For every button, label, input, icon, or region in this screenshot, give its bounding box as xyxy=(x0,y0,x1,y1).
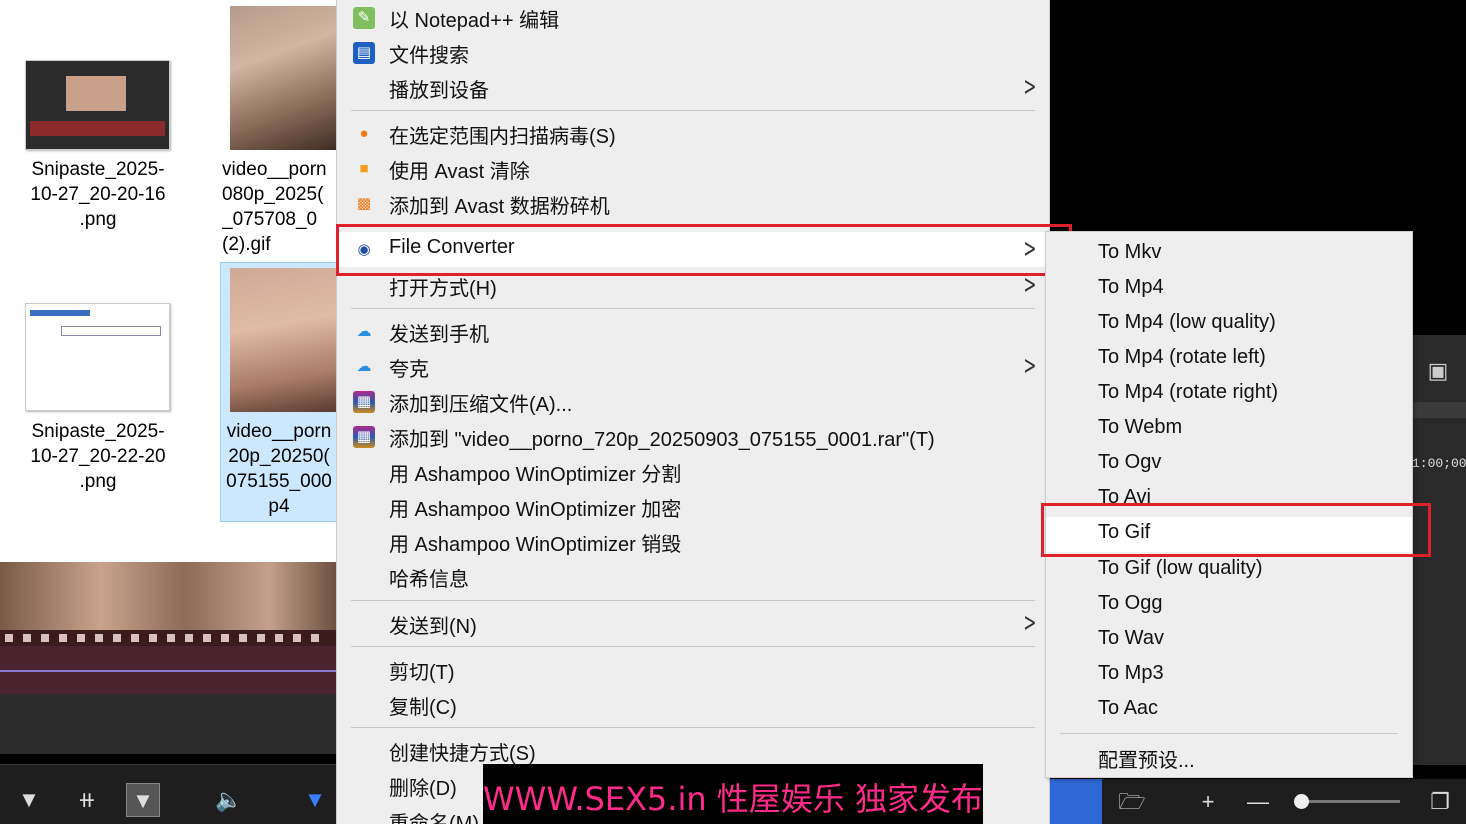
panel-divider xyxy=(1412,402,1466,418)
chevron-right-icon: > xyxy=(1023,351,1037,381)
plus-icon[interactable]: + xyxy=(1188,779,1228,824)
notepad-icon: ✎ xyxy=(353,7,375,29)
file-thumbnail[interactable] xyxy=(230,268,336,412)
submenu-item-to-gif-low[interactable]: To Gif (low quality) xyxy=(1046,553,1412,588)
filter-active-icon[interactable]: ▼ xyxy=(126,783,160,817)
film-strip xyxy=(0,630,336,663)
menu-item-cut[interactable]: 剪切(T) xyxy=(337,652,1049,687)
menu-separator xyxy=(351,600,1035,601)
chevron-right-icon: > xyxy=(1023,608,1037,638)
filter-blue-icon[interactable]: ▼ xyxy=(298,783,332,817)
menu-item-send-to[interactable]: 发送到(N) > xyxy=(337,606,1049,641)
editor-toolbar: ▼ ⧺ ▼ 🔈 ▼ xyxy=(0,764,336,824)
filter-off-icon[interactable]: ⧺ xyxy=(70,783,104,817)
menu-separator xyxy=(1060,733,1398,734)
timecode-readout: 1:00;00 xyxy=(1412,456,1466,471)
active-tool-button[interactable] xyxy=(1050,779,1102,824)
watermark-text: WWW.SEX5.in 性屋娱乐 独家发布 xyxy=(483,780,983,818)
menu-item-ashampoo-encrypt[interactable]: 用 Ashampoo WinOptimizer 加密 xyxy=(337,489,1049,524)
chevron-right-icon: > xyxy=(1023,72,1037,102)
submenu-item-to-mp3[interactable]: To Mp3 xyxy=(1046,658,1412,693)
menu-item-notepad[interactable]: ✎ 以 Notepad++ 编辑 xyxy=(337,0,1049,35)
submenu-item-to-aac[interactable]: To Aac xyxy=(1046,693,1412,728)
folder-icon[interactable]: 🗁 xyxy=(1112,779,1152,824)
submenu-item-to-wav[interactable]: To Wav xyxy=(1046,623,1412,658)
submenu-item-to-mp4-low[interactable]: To Mp4 (low quality) xyxy=(1046,307,1412,342)
submenu-item-to-ogg[interactable]: To Ogg xyxy=(1046,588,1412,623)
file-explorer: Snipaste_2025- 10-27_20-20-16 .png video… xyxy=(0,0,340,562)
avast-clean-icon: ■ xyxy=(359,160,369,177)
file-name[interactable]: Snipaste_2025- 10-27_20-20-16 .png xyxy=(18,157,178,232)
cloud-icon: ☁ xyxy=(356,358,372,375)
file-name[interactable]: Snipaste_2025- 10-27_20-22-20 .png xyxy=(18,419,178,494)
waveform-line xyxy=(0,670,336,672)
submenu-item-to-mp4-rotate-right[interactable]: To Mp4 (rotate right) xyxy=(1046,377,1412,412)
zoom-slider-handle[interactable] xyxy=(1294,794,1309,809)
submenu-item-to-mkv[interactable]: To Mkv xyxy=(1046,237,1412,272)
file-thumbnail[interactable] xyxy=(25,60,170,150)
menu-item-copy[interactable]: 复制(C) xyxy=(337,687,1049,722)
timeline-area[interactable] xyxy=(0,694,336,754)
menu-item-ashampoo-split[interactable]: 用 Ashampoo WinOptimizer 分割 xyxy=(337,454,1049,489)
menu-item-avast-clean[interactable]: ■ 使用 Avast 清除 xyxy=(337,151,1049,186)
watermark-banner: WWW.SEX5.in 性屋娱乐 独家发布 xyxy=(483,764,983,824)
menu-separator xyxy=(351,727,1035,728)
menu-item-add-to-archive[interactable]: ▦ 添加到压缩文件(A)... xyxy=(337,384,1049,419)
submenu-item-configure-presets[interactable]: 配置预设... xyxy=(1046,740,1412,775)
menu-item-hash-info[interactable]: 哈希信息 xyxy=(337,559,1049,594)
menu-item-file-search[interactable]: ▤ 文件搜索 xyxy=(337,35,1049,70)
file-name[interactable]: video__porn 20p_20250( 075155_000 p4 xyxy=(222,419,336,519)
annotation-highlight-box xyxy=(1041,503,1431,557)
avast-shredder-icon: ▩ xyxy=(356,195,372,212)
cloud-icon: ☁ xyxy=(356,323,372,340)
menu-item-add-to-rar[interactable]: ▦ 添加到 "video__porno_720p_20250903_075155… xyxy=(337,419,1049,454)
search-window-icon: ▤ xyxy=(353,42,375,64)
minus-icon[interactable]: — xyxy=(1238,779,1278,824)
submenu-item-to-mp4-rotate-left[interactable]: To Mp4 (rotate left) xyxy=(1046,342,1412,377)
winrar-icon: ▦ xyxy=(353,391,375,413)
menu-item-avast-shredder[interactable]: ▩ 添加到 Avast 数据粉碎机 xyxy=(337,186,1049,221)
window-restore-icon[interactable]: ❐ xyxy=(1420,779,1460,824)
menu-item-cast-to-device[interactable]: 播放到设备 > xyxy=(337,70,1049,105)
submenu-item-to-ogv[interactable]: To Ogv xyxy=(1046,447,1412,482)
menu-separator xyxy=(351,646,1035,647)
avast-icon: ● xyxy=(359,125,369,142)
submenu-item-to-mp4[interactable]: To Mp4 xyxy=(1046,272,1412,307)
context-menu: ✎ 以 Notepad++ 编辑 ▤ 文件搜索 播放到设备 > ● 在选定范围内… xyxy=(336,0,1050,824)
zoom-slider[interactable] xyxy=(1300,800,1400,803)
menu-item-avast-scan[interactable]: ● 在选定范围内扫描病毒(S) xyxy=(337,116,1049,151)
submenu-item-to-webm[interactable]: To Webm xyxy=(1046,412,1412,447)
video-preview-strip xyxy=(0,562,336,630)
menu-item-ashampoo-destroy[interactable]: 用 Ashampoo WinOptimizer 销毁 xyxy=(337,524,1049,559)
menu-item-send-to-phone[interactable]: ☁ 发送到手机 xyxy=(337,314,1049,349)
file-thumbnail[interactable] xyxy=(25,303,170,411)
winrar-icon: ▦ xyxy=(353,426,375,448)
mute-icon[interactable]: 🔈 xyxy=(212,783,246,817)
annotation-highlight-box xyxy=(336,224,1072,276)
camera-icon[interactable]: ▣ xyxy=(1416,352,1460,390)
filter-icon[interactable]: ▼ xyxy=(12,783,46,817)
menu-item-create-shortcut[interactable]: 创建快捷方式(S) xyxy=(337,733,1049,768)
file-name[interactable]: video__porn 080p_2025( _075708_0 (2).gif xyxy=(222,157,336,257)
menu-separator xyxy=(351,110,1035,111)
menu-item-quark[interactable]: ☁ 夸克 > xyxy=(337,349,1049,384)
file-thumbnail[interactable] xyxy=(230,6,336,150)
menu-separator xyxy=(351,308,1035,309)
